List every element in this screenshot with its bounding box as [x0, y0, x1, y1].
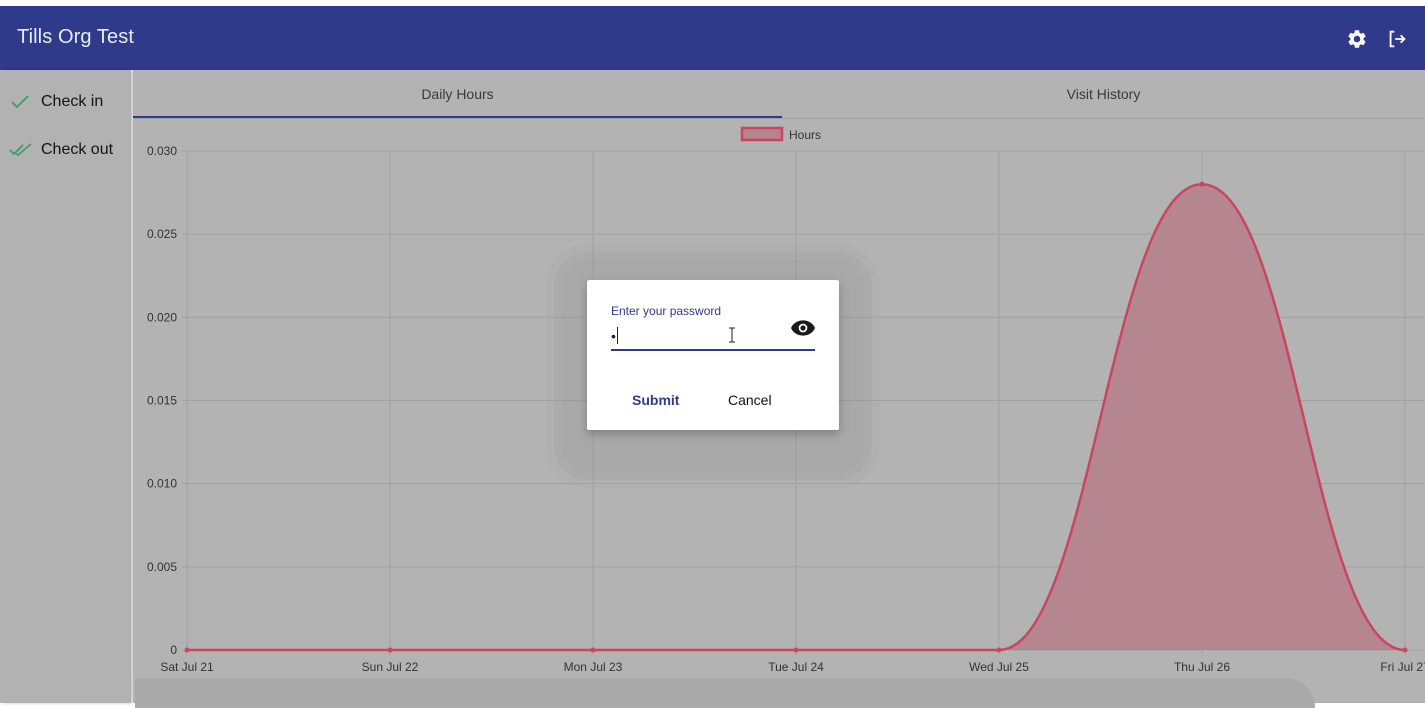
y-tick-label: 0.020: [147, 310, 177, 324]
data-point: [1402, 647, 1408, 653]
y-tick-label: 0.030: [147, 144, 177, 158]
app-bar: Tills Org Test: [0, 6, 1425, 70]
legend-label-hours: Hours: [789, 128, 821, 142]
x-tick-label: Sat Jul 21: [160, 660, 214, 674]
data-point: [387, 647, 393, 653]
x-tick-label: Mon Jul 23: [564, 660, 623, 674]
text-cursor-icon: [729, 327, 735, 343]
password-input[interactable]: [611, 324, 781, 348]
sidebar-item-label: Check in: [41, 93, 104, 110]
eye-icon: [791, 320, 815, 336]
data-point: [793, 647, 799, 653]
x-tick-label: Sun Jul 22: [362, 660, 419, 674]
text-caret: [617, 327, 618, 344]
app-title: Tills Org Test: [17, 26, 134, 48]
sidebar-item-label: Check out: [41, 141, 114, 158]
sidebar-item-check-out[interactable]: Check out: [0, 132, 131, 168]
cancel-button[interactable]: Cancel: [728, 386, 772, 414]
password-label: Enter your password: [611, 304, 722, 318]
data-point: [996, 647, 1002, 653]
gear-icon: [1348, 30, 1366, 48]
y-tick-label: 0.025: [147, 227, 177, 241]
data-point: [1199, 181, 1205, 187]
double-check-icon: [9, 141, 33, 159]
bottom-panel-edge: [135, 678, 1315, 708]
toggle-visibility-button[interactable]: [790, 318, 816, 338]
logout-button[interactable]: [1384, 26, 1410, 52]
data-point: [184, 647, 190, 653]
y-tick-label: 0.010: [147, 477, 177, 491]
settings-button[interactable]: [1344, 26, 1370, 52]
check-icon: [9, 93, 33, 111]
password-underline: [611, 349, 815, 351]
x-tick-label: Wed Jul 25: [969, 660, 1029, 674]
sidebar: Check in Check out: [0, 70, 131, 703]
legend-swatch-hours: [740, 126, 784, 142]
y-tick-label: 0: [170, 643, 177, 657]
submit-button[interactable]: Submit: [632, 386, 679, 414]
data-point: [590, 647, 596, 653]
password-dialog: Enter your password Submit Cancel: [587, 280, 839, 430]
y-tick-label: 0.005: [147, 560, 177, 574]
x-tick-label: Tue Jul 24: [768, 660, 824, 674]
y-tick-label: 0.015: [147, 394, 177, 408]
x-tick-label: Thu Jul 26: [1174, 660, 1230, 674]
x-tick-label: Fri Jul 27: [1380, 660, 1425, 674]
logout-icon: [1389, 30, 1406, 48]
sidebar-item-check-in[interactable]: Check in: [0, 84, 131, 120]
